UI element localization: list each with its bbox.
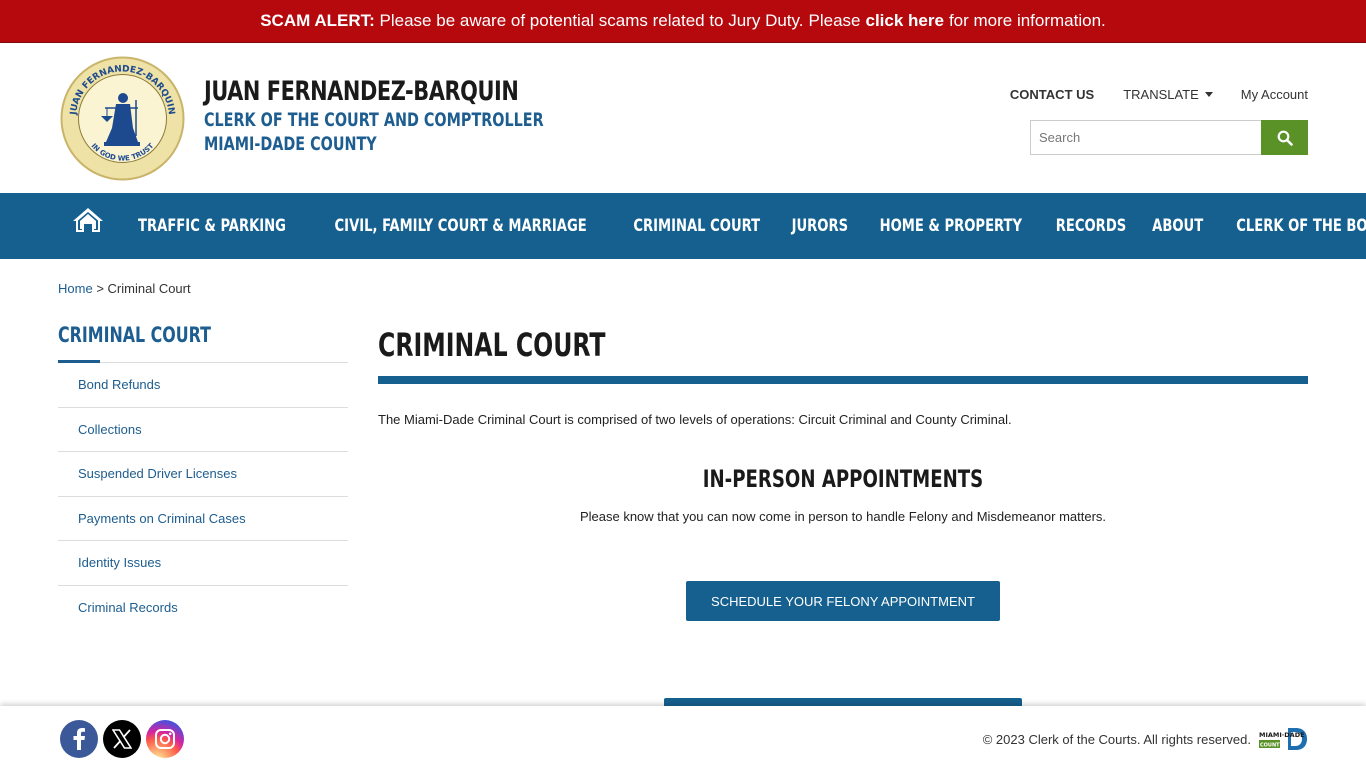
section-sidebar: CRIMINAL COURT Bond Refunds Collections … [58, 323, 348, 630]
nav-clerk-of-the-board[interactable]: CLERK OF THE BOARD [1223, 216, 1366, 236]
sidebar-divider [58, 360, 348, 363]
nav-about[interactable]: ABOUT [1138, 216, 1217, 236]
nav-items: TRAFFIC & PARKING CIVIL, FAMILY COURT & … [118, 193, 1366, 259]
sidebar-item-payments-on-criminal-cases[interactable]: Payments on Criminal Cases [58, 497, 348, 541]
breadcrumb-separator: > [96, 281, 104, 296]
svg-text:MIAMI·DADE: MIAMI·DADE [1259, 731, 1305, 739]
nav-home-property[interactable]: HOME & PROPERTY [866, 216, 1036, 236]
sidebar-item-bond-refunds[interactable]: Bond Refunds [58, 363, 348, 408]
search-form [1030, 120, 1308, 155]
caret-down-icon [1204, 92, 1213, 97]
x-twitter-icon [112, 729, 132, 749]
breadcrumb-current: Criminal Court [107, 281, 191, 296]
intro-text: The Miami-Dade Criminal Court is compris… [378, 412, 1012, 427]
facebook-icon [73, 728, 85, 750]
nav-records[interactable]: RECORDS [1042, 216, 1140, 236]
site-footer: © 2023 Clerk of the Courts. All rights r… [0, 706, 1366, 768]
svg-text:COUNTY: COUNTY [1260, 743, 1284, 749]
instagram-icon [155, 729, 175, 749]
nav-criminal-court[interactable]: CRIMINAL COURT [620, 216, 774, 236]
alert-post-link: for more information. [948, 11, 1106, 30]
contact-us-link[interactable]: CONTACT US [1010, 87, 1094, 102]
site-header: JUAN FERNANDEZ-BARQUIN IN GOD WE TRUST J… [0, 43, 1366, 193]
sidebar-item-collections[interactable]: Collections [58, 408, 348, 452]
breadcrumb-home-link[interactable]: Home [58, 281, 93, 296]
title-underline [378, 376, 1308, 384]
nav-civil-family-marriage[interactable]: CIVIL, FAMILY COURT & MARRIAGE [321, 216, 601, 236]
x-twitter-link[interactable] [103, 720, 141, 758]
translate-dropdown[interactable]: TRANSLATE [1123, 87, 1213, 102]
breadcrumb: Home > Criminal Court [58, 281, 191, 296]
clerk-title: CLERK OF THE COURT AND COMPTROLLER [204, 109, 544, 131]
appointments-text: Please know that you can now come in per… [579, 509, 1107, 524]
main-navigation: TRAFFIC & PARKING CIVIL, FAMILY COURT & … [0, 193, 1366, 259]
facebook-link[interactable] [60, 720, 98, 758]
main-content: CRIMINAL COURT The Miami-Dade Criminal C… [378, 323, 1308, 621]
my-account-link[interactable]: My Account [1241, 87, 1308, 102]
sidebar-item-identity-issues[interactable]: Identity Issues [58, 541, 348, 586]
schedule-felony-appointment-button[interactable]: SCHEDULE YOUR FELONY APPOINTMENT [686, 581, 1000, 621]
alert-prefix: SCAM ALERT: [260, 11, 375, 30]
clerk-name: JUAN FERNANDEZ-BARQUIN [204, 76, 519, 107]
alert-click-here-link[interactable]: click here [865, 11, 943, 31]
search-input[interactable] [1030, 120, 1261, 155]
miami-dade-county-logo[interactable]: MIAMI·DADE COUNTY [1258, 727, 1308, 751]
sidebar-item-criminal-records[interactable]: Criminal Records [58, 586, 348, 631]
county-name: MIAMI-DADE COUNTY [204, 133, 377, 155]
search-button[interactable] [1261, 120, 1308, 155]
utility-links: CONTACT US TRANSLATE My Account [1010, 87, 1308, 102]
brand-block[interactable]: JUAN FERNANDEZ-BARQUIN CLERK OF THE COUR… [204, 75, 608, 156]
nav-jurors[interactable]: JURORS [777, 216, 861, 236]
copyright-text: © 2023 Clerk of the Courts. All rights r… [982, 732, 1251, 747]
sidebar-item-suspended-driver-licenses[interactable]: Suspended Driver Licenses [58, 452, 348, 497]
sidebar-title: CRIMINAL COURT [58, 323, 211, 347]
home-icon[interactable] [72, 207, 104, 233]
instagram-link[interactable] [146, 720, 184, 758]
appointments-heading: IN-PERSON APPOINTMENTS [702, 465, 984, 493]
scam-alert-bar: SCAM ALERT: Please be aware of potential… [0, 0, 1366, 43]
nav-traffic-parking[interactable]: TRAFFIC & PARKING [124, 216, 299, 236]
alert-pre-link: Please [808, 11, 861, 30]
alert-text: Please be aware of potential scams relat… [379, 11, 804, 30]
page-title: CRIMINAL COURT [378, 326, 606, 364]
search-icon [1277, 130, 1293, 146]
clerk-seal-logo[interactable]: JUAN FERNANDEZ-BARQUIN IN GOD WE TRUST [60, 56, 185, 181]
translate-label: TRANSLATE [1123, 87, 1199, 102]
